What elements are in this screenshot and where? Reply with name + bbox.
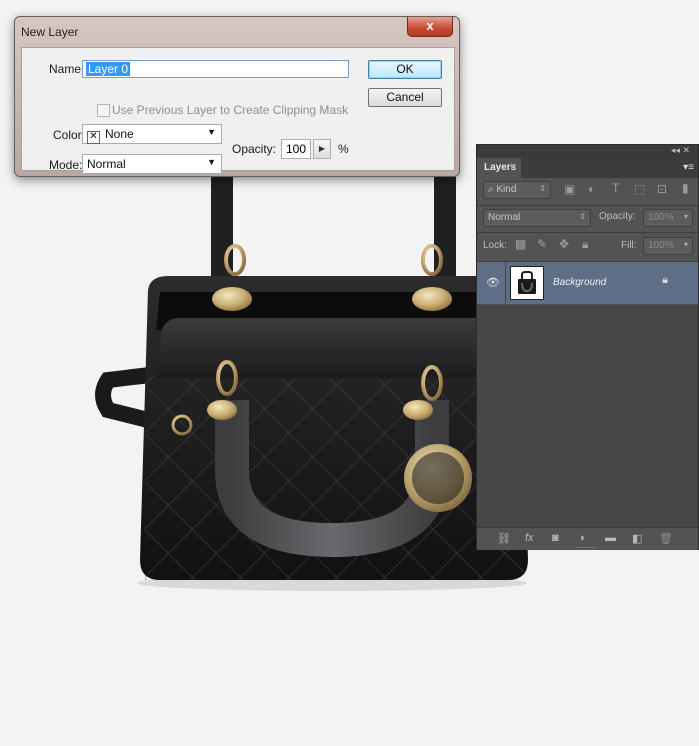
collapse-icon[interactable]: ◂◂ ✕	[671, 145, 690, 156]
mode-value: Normal	[87, 157, 126, 171]
divider	[477, 205, 698, 206]
lock-transparent-icon[interactable]: ▩	[515, 237, 526, 251]
new-layer-dialog: New Layer x Name: Layer 0 Use Previous L…	[14, 16, 460, 177]
folder-icon[interactable]: ▬	[605, 532, 616, 544]
layer-name: Background	[553, 277, 607, 288]
filter-toggle-icon[interactable]: ▮	[682, 181, 689, 195]
name-label: Name:	[49, 62, 85, 76]
clipping-mask-label: Use Previous Layer to Create Clipping Ma…	[112, 103, 349, 117]
layer-row-background[interactable]: 👁︎ Background 🔒︎	[477, 262, 698, 304]
lock-label: Lock:	[483, 240, 507, 251]
dialog-title: New Layer	[21, 25, 79, 39]
mode-label: Mode:	[49, 158, 83, 172]
opacity-input[interactable]: 100	[281, 139, 311, 159]
chevron-down-icon: ▾	[683, 212, 688, 221]
layer-opacity-value: 100%	[648, 212, 674, 223]
opacity-unit: %	[338, 142, 349, 156]
blend-mode-select[interactable]: Normal ⇕	[483, 209, 591, 227]
lock-image-icon[interactable]: ✎	[537, 237, 547, 251]
lock-all-icon[interactable]: 🔒︎	[582, 237, 588, 252]
blend-mode-value: Normal	[488, 212, 521, 223]
opacity-slider-button[interactable]: ▶	[313, 139, 331, 159]
chevron-updown-icon: ⇕	[539, 184, 546, 193]
ok-button[interactable]: OK	[368, 60, 442, 79]
smart-object-filter-icon[interactable]: ⊡	[657, 182, 667, 196]
filter-kind-value: Kind	[496, 184, 517, 195]
new-layer-icon[interactable]: ◧	[632, 532, 642, 545]
tab-layers[interactable]: Layers ✕	[477, 158, 521, 178]
chevron-updown-icon: ⇕	[579, 212, 586, 221]
lock-position-icon[interactable]: ✥	[559, 237, 569, 251]
color-value: None	[105, 127, 134, 141]
chevron-down-icon: ▾	[683, 240, 688, 249]
layer-name-value: Layer 0	[86, 62, 131, 76]
fx-icon[interactable]: fx	[525, 532, 534, 544]
panel-header: ◂◂ ✕	[477, 145, 698, 158]
layers-panel: ◂◂ ✕ Layers ✕ ▾≡ ⌕ Kind ⇕ ▣ ◐ T ⬚ ⊡ ▮ No…	[476, 144, 699, 550]
panel-tabbar: Layers ✕ ▾≡	[477, 158, 698, 178]
eye-icon[interactable]: 👁︎	[486, 276, 500, 289]
opacity-label: Opacity:	[599, 211, 636, 222]
fill-input[interactable]: 100% ▾	[643, 237, 693, 255]
chevron-down-icon: ▼	[207, 157, 216, 167]
adjustment-icon[interactable]: ◑	[578, 532, 585, 544]
no-color-icon: ✕	[87, 131, 100, 144]
shape-filter-icon[interactable]: ⬚	[634, 182, 645, 196]
adjustment-filter-icon[interactable]: ◐	[588, 182, 595, 196]
trash-icon[interactable]: 🗑︎	[659, 532, 673, 545]
lock-icon: 🔒︎	[662, 274, 668, 286]
link-icon[interactable]: ⛓	[497, 532, 511, 545]
opacity-label: Opacity:	[232, 142, 277, 156]
pixel-filter-icon[interactable]: ▣	[564, 182, 575, 196]
tab-close-icon[interactable]: ✕	[509, 161, 517, 172]
mask-icon[interactable]: ◙	[552, 532, 559, 544]
layers-bottom-toolbar: ⛓ fx ◙ ◑ ▬ ◧ 🗑︎	[477, 527, 698, 550]
filter-kind-select[interactable]: ⌕ Kind ⇕	[483, 181, 551, 199]
color-select[interactable]: ✕ None ▼	[82, 124, 222, 144]
divider	[505, 262, 506, 304]
fill-label: Fill:	[621, 240, 637, 251]
layer-thumbnail	[510, 266, 544, 300]
layers-list-empty-area[interactable]	[477, 305, 698, 527]
divider	[477, 232, 698, 233]
chevron-down-icon: ▼	[207, 127, 216, 137]
mode-select[interactable]: Normal ▼	[82, 154, 222, 174]
dialog-body: Name: Layer 0 Use Previous Layer to Crea…	[21, 47, 455, 174]
layer-name-input[interactable]: Layer 0	[82, 60, 349, 78]
color-label: Color:	[53, 128, 86, 142]
handbag-thumbnail-icon	[518, 271, 536, 294]
layer-opacity-input[interactable]: 100% ▾	[643, 209, 693, 227]
close-button[interactable]: x	[407, 17, 453, 37]
fill-value: 100%	[648, 240, 674, 251]
cancel-button[interactable]: Cancel	[368, 88, 442, 107]
panel-menu-icon[interactable]: ▾≡	[683, 162, 694, 173]
type-filter-icon[interactable]: T	[612, 181, 619, 195]
resize-grip[interactable]	[577, 547, 597, 550]
clipping-mask-checkbox[interactable]	[97, 104, 110, 117]
